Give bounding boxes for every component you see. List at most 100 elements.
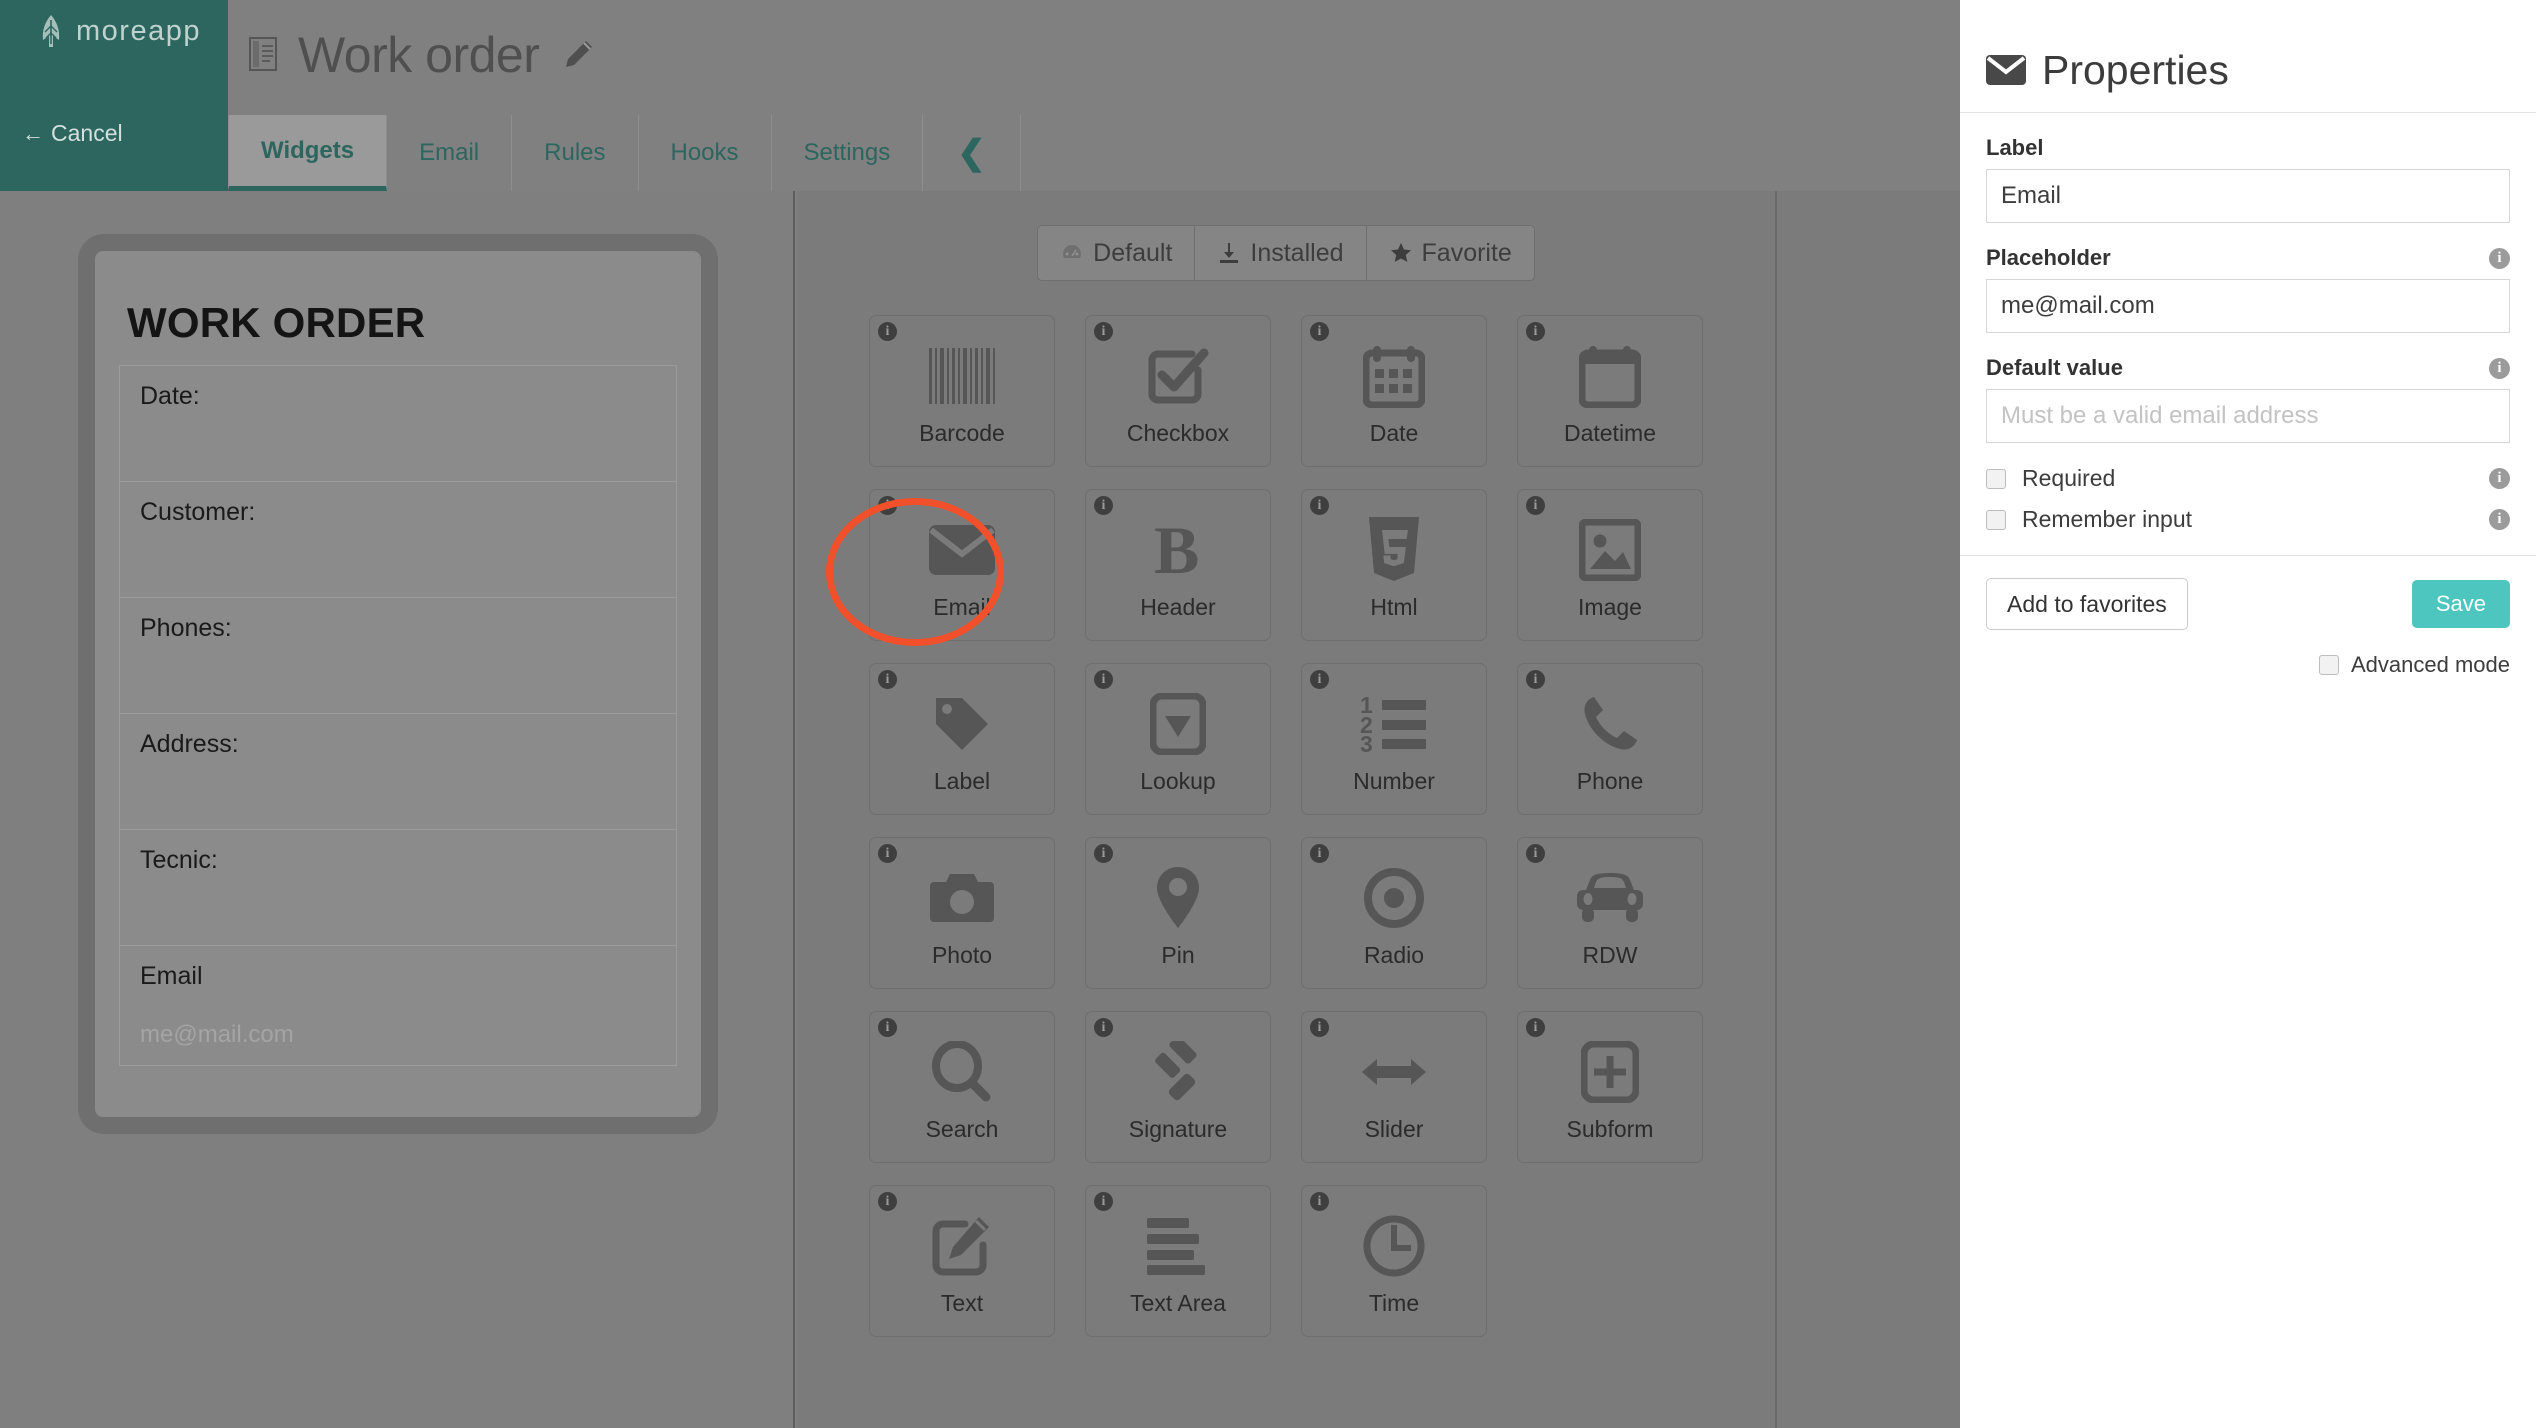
widget-text[interactable]: i Text [869,1185,1055,1337]
label-input[interactable] [1986,169,2510,223]
info-icon[interactable]: i [1094,670,1113,689]
widget-signature[interactable]: i Signature [1085,1011,1271,1163]
preview-field[interactable]: Phones: [120,598,676,714]
info-icon[interactable]: i [1094,844,1113,863]
widget-label: RDW [1582,942,1638,968]
tab-label: Widgets [261,136,355,164]
info-icon[interactable]: i [1310,1018,1329,1037]
tab-widgets[interactable]: Widgets [228,115,388,191]
widget-image[interactable]: i Image [1517,489,1703,641]
info-icon[interactable]: i [1094,1018,1113,1037]
map-pin-icon [1142,862,1214,934]
tab-label: Rules [544,139,606,166]
info-icon[interactable]: i [1526,1018,1545,1037]
widget-text-area[interactable]: i Text Area [1085,1185,1271,1337]
info-icon[interactable]: i [1310,322,1329,341]
info-icon[interactable]: i [1310,844,1329,863]
cancel-label: Cancel [51,120,123,146]
widget-phone[interactable]: i Phone [1517,663,1703,815]
filter-label: Installed [1250,238,1344,267]
widget-search[interactable]: i Search [869,1011,1055,1163]
widget-header[interactable]: i B Header [1085,489,1271,641]
preview-field-label: Date: [140,382,200,410]
widget-photo[interactable]: i Photo [869,837,1055,989]
widget-slider[interactable]: i Slider [1301,1011,1487,1163]
widget-checkbox[interactable]: i Checkbox [1085,315,1271,467]
preview-field-email[interactable]: Email me@mail.com [120,946,676,1066]
widget-radio[interactable]: i Radio [1301,837,1487,989]
info-icon[interactable]: i [1310,496,1329,515]
chevron-left-icon[interactable]: ❮ [923,115,1021,191]
info-icon[interactable]: i [1526,670,1545,689]
info-icon[interactable]: i [1094,322,1113,341]
info-icon[interactable]: i [878,844,897,863]
tab-hooks[interactable]: Hooks [639,115,772,191]
preview-field[interactable]: Address: [120,714,676,830]
pencil-icon[interactable] [555,38,595,72]
widget-pin[interactable]: i Pin [1085,837,1271,989]
info-icon[interactable]: i [878,670,897,689]
info-icon[interactable]: i [1526,322,1545,341]
magnifier-icon [926,1036,998,1108]
preview-field-label: Phones: [140,614,232,642]
tab-settings[interactable]: Settings [772,115,924,191]
envelope-icon [1986,55,2026,85]
info-icon[interactable]: i [1310,670,1329,689]
preview-field[interactable]: Date: [120,366,676,482]
widget-label-widget[interactable]: i Label [869,663,1055,815]
widget-rdw[interactable]: i RDW [1517,837,1703,989]
info-icon[interactable]: i [2489,357,2510,379]
preview-field[interactable]: Customer: [120,482,676,598]
widget-label: Number [1353,768,1435,794]
properties-footer: Add to favorites Save [1960,555,2536,630]
info-icon[interactable]: i [2489,509,2510,530]
widget-time[interactable]: i Time [1301,1185,1487,1337]
widget-html[interactable]: i Html [1301,489,1487,641]
filter-favorite-button[interactable]: Favorite [1366,225,1535,281]
info-icon[interactable]: i [1310,1192,1329,1211]
info-icon[interactable]: i [878,322,897,341]
default-value-input[interactable] [1986,389,2510,443]
info-icon[interactable]: i [1526,844,1545,863]
device-screen: WORK ORDER Date: Customer: Phones: Addre… [95,251,701,1117]
widget-date[interactable]: i Date [1301,315,1487,467]
info-icon[interactable]: i [878,1018,897,1037]
widget-label: Html [1370,594,1418,620]
placeholder-input[interactable] [1986,279,2510,333]
form-title-row: Work order [248,26,595,84]
advanced-mode-checkbox[interactable] [2319,655,2339,675]
info-icon[interactable]: i [1526,496,1545,515]
info-icon[interactable]: i [2489,468,2510,489]
required-checkbox[interactable] [1986,468,2006,489]
info-icon[interactable]: i [878,496,897,515]
widget-subform[interactable]: i Subform [1517,1011,1703,1163]
filter-label: Favorite [1421,238,1512,267]
widget-datetime[interactable]: i Datetime [1517,315,1703,467]
widget-label: Time [1368,1290,1420,1316]
remember-input-label: Remember input [2022,506,2193,532]
widget-label: Date [1369,420,1419,446]
tab-rules[interactable]: Rules [512,115,639,191]
widget-label: Label [933,768,991,794]
tab-email[interactable]: Email [387,115,513,191]
dashboard-icon [1060,241,1084,265]
info-icon[interactable]: i [1094,1192,1113,1211]
filter-installed-button[interactable]: Installed [1195,225,1367,281]
widget-label: Lookup [1140,768,1216,794]
info-icon[interactable]: i [1094,496,1113,515]
add-to-favorites-button[interactable]: Add to favorites [1986,578,2188,630]
filter-label: Default [1093,238,1173,267]
device-frame: WORK ORDER Date: Customer: Phones: Addre… [78,234,718,1134]
widget-number[interactable]: i 1 2 3 Number [1301,663,1487,815]
info-icon[interactable]: i [2489,247,2510,269]
widget-lookup[interactable]: i Lookup [1085,663,1271,815]
filter-default-button[interactable]: Default [1037,225,1196,281]
widget-email[interactable]: i Email [869,489,1055,641]
properties-title: Properties [2042,46,2229,93]
preview-field[interactable]: Tecnic: [120,830,676,946]
widget-barcode[interactable]: i Barcode [869,315,1055,467]
remember-input-checkbox[interactable] [1986,509,2006,530]
save-button[interactable]: Save [2411,580,2510,628]
info-icon[interactable]: i [878,1192,897,1211]
cancel-button[interactable]: ← Cancel [22,120,123,147]
